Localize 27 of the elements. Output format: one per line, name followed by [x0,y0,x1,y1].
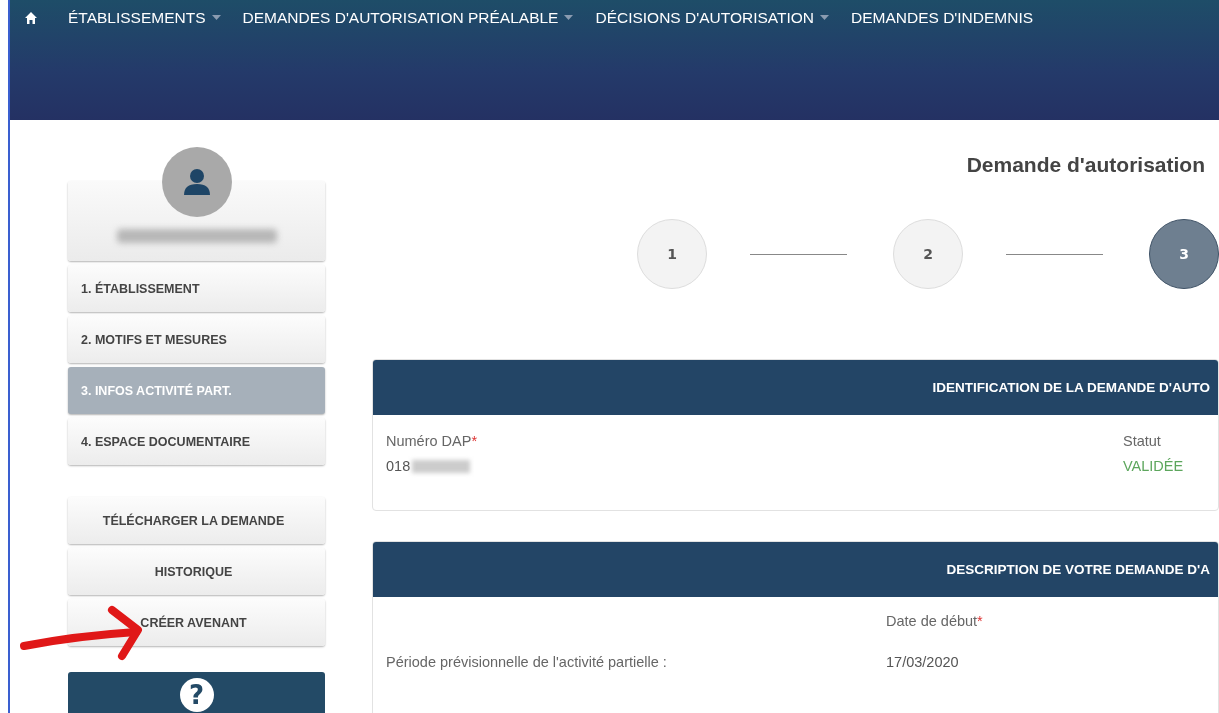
sidebar-step[interactable]: 2. MOTIFS ET MESURES [68,316,325,363]
sidebar-step[interactable]: 1. ÉTABLISSEMENT [68,265,325,312]
date-value: 17/03/2020 [886,654,959,670]
step-circle[interactable]: 3 [1149,219,1219,289]
home-icon[interactable] [24,11,38,25]
panel-title: IDENTIFICATION DE LA DEMANDE D'AUTO [932,380,1210,395]
sidebar-step[interactable]: 4. ESPACE DOCUMENTAIRE [68,418,325,465]
nav-menu-item[interactable]: DEMANDES D'INDEMNIS [851,9,1034,27]
status-value: VALIDÉE [1123,458,1184,474]
nav-menu-item[interactable]: DEMANDES D'AUTORISATION PRÉALABLE [242,9,574,27]
help-icon[interactable]: ? [179,678,214,712]
step-circle[interactable]: 1 [637,219,707,289]
person-icon [181,167,212,197]
sidebar-action-button[interactable]: CRÉER AVENANT [68,599,325,646]
field-label: Date de début* [886,613,983,629]
panel-title: DESCRIPTION DE VOTRE DEMANDE D'A [946,562,1210,577]
field-value: 018 [386,458,411,474]
row-label: Période prévisionnelle de l'activité partielle : [386,654,667,670]
nav-menu-item[interactable]: ÉTABLISSEMENTS [68,9,221,27]
step-circle[interactable]: 2 [893,219,963,289]
page-title: Demande d'autorisation [965,153,1206,177]
nav-menu-item[interactable]: DÉCISIONS D'AUTORISATION [595,9,829,27]
field-label: Numéro DAP* [386,433,478,449]
redacted-blur [412,459,471,473]
sidebar-action-button[interactable]: HISTORIQUE [68,548,325,595]
field-label: Statut [1123,433,1161,449]
sidebar-action-button[interactable]: TÉLÉCHARGER LA DEMANDE [68,497,325,544]
